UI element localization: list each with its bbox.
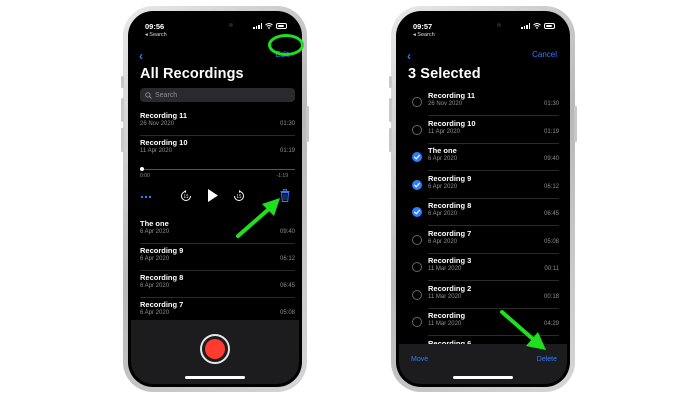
annotation-arrow-delete <box>500 310 546 350</box>
annotation-arrow-trash <box>236 198 280 238</box>
annotation-arrows <box>236 198 546 350</box>
